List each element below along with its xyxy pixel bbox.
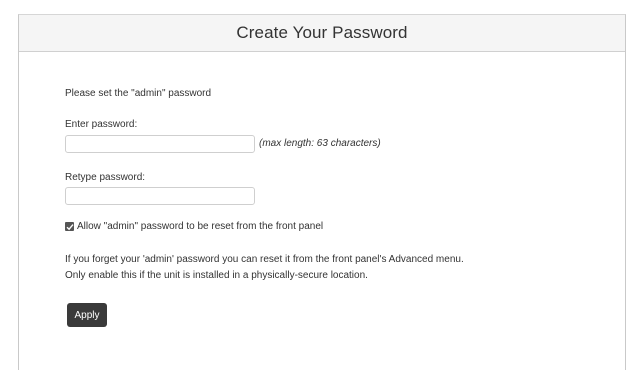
info-text-line-1: If you forget your 'admin' password you …	[65, 254, 464, 265]
allow-reset-label: Allow "admin" password to be reset from …	[77, 221, 324, 232]
allow-reset-checkbox[interactable]	[65, 222, 74, 231]
page-title: Create Your Password	[236, 23, 408, 42]
checkmark-icon	[66, 223, 74, 230]
password-panel: Create Your Password Please set the "adm…	[18, 14, 626, 370]
page: Create Your Password Please set the "adm…	[0, 0, 631, 370]
panel-header: Create Your Password	[19, 15, 625, 52]
password-label: Enter password:	[65, 119, 138, 130]
intro-text: Please set the "admin" password	[65, 88, 212, 99]
allow-reset-row: Allow "admin" password to be reset from …	[65, 221, 323, 232]
retype-password-label: Retype password:	[65, 172, 146, 183]
retype-password-input[interactable]	[65, 187, 255, 205]
password-input[interactable]	[65, 135, 255, 153]
apply-button[interactable]: Apply	[67, 303, 107, 327]
password-hint: (max length: 63 characters)	[259, 138, 381, 149]
info-text-line-2: Only enable this if the unit is installe…	[65, 270, 368, 281]
